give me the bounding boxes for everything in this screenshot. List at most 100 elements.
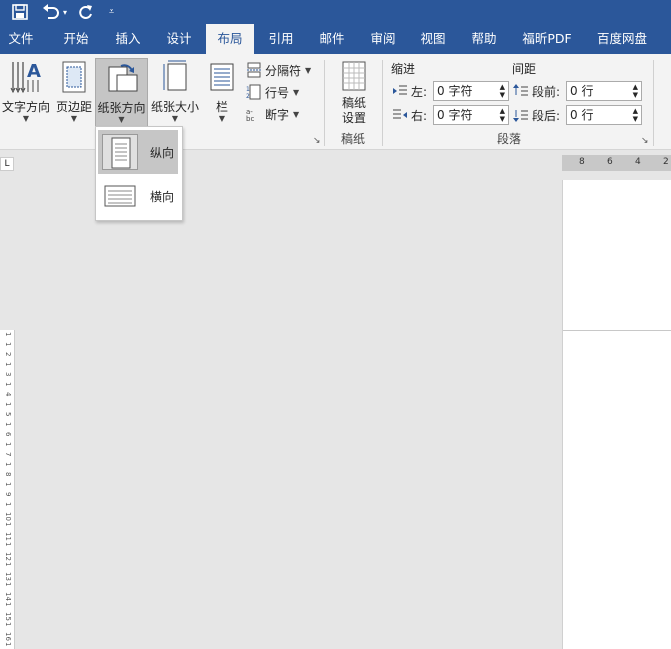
repeat-icon[interactable]: [78, 0, 94, 24]
spin-down-icon[interactable]: ▼: [500, 92, 505, 99]
line-numbers-button[interactable]: 12 行号 ▼: [246, 82, 299, 102]
group-separator: [324, 60, 325, 146]
spin-up-icon[interactable]: ▲: [633, 84, 638, 91]
spin-down-icon[interactable]: ▼: [633, 92, 638, 99]
spin-down-icon[interactable]: ▼: [500, 116, 505, 123]
spin-up-icon[interactable]: ▲: [500, 84, 505, 91]
undo-dropdown-icon[interactable]: ▾: [63, 0, 67, 24]
tab-file[interactable]: 文件: [0, 24, 42, 54]
ruler-tick: 2: [663, 157, 669, 167]
spacing-after-label: 段后:: [513, 105, 560, 125]
draft-paper-line2: 设置: [341, 111, 366, 125]
breaks-button[interactable]: 分隔符 ▼: [246, 60, 311, 80]
svg-text:1: 1: [246, 86, 250, 93]
ruler-tick: 1: [4, 562, 12, 567]
line-numbers-icon: 12: [246, 84, 262, 100]
spin-down-icon[interactable]: ▼: [633, 116, 638, 123]
indent-label: 缩进: [391, 61, 416, 76]
ruler-tick: 1: [4, 402, 12, 407]
ruler-tick: 1: [4, 542, 12, 547]
tab-references[interactable]: 引用: [259, 24, 303, 54]
ruler-tick: 1: [4, 522, 12, 527]
tab-foxit-pdf[interactable]: 福昕PDF: [514, 24, 580, 54]
undo-icon[interactable]: [42, 0, 60, 24]
text-direction-button[interactable]: A 文字方向 ▼: [0, 58, 52, 130]
paper-size-icon: [160, 60, 190, 97]
breaks-label: 分隔符: [265, 63, 302, 78]
ruler-tick: 10: [4, 512, 12, 521]
spacing-label: 间距: [512, 61, 537, 76]
ruler-tick: 7: [4, 452, 12, 457]
save-icon[interactable]: [12, 0, 28, 24]
ribbon-tabs: 文件 开始 插入 设计 布局 引用 邮件 审阅 视图 帮助 福昕PDF 百度网盘: [0, 24, 671, 54]
columns-label: 栏: [215, 100, 228, 114]
ruler-tick: 8: [4, 472, 12, 477]
paragraph-group-label: 段落: [497, 132, 522, 146]
tab-mailings[interactable]: 邮件: [310, 24, 354, 54]
indent-left-label: 左:: [392, 81, 427, 101]
spin-up-icon[interactable]: ▲: [633, 108, 638, 115]
ruler-tick: 3: [4, 372, 12, 377]
tab-selector[interactable]: L: [0, 157, 14, 171]
ruler-tick: 4: [635, 157, 641, 167]
draft-group-label: 稿纸: [341, 132, 366, 146]
hyphenation-button[interactable]: a-bc 断字 ▼: [246, 104, 299, 124]
landscape-icon: [102, 178, 138, 214]
spacing-before-input[interactable]: 0 行 ▲ ▼: [566, 81, 642, 101]
indent-right-input[interactable]: 0 字符 ▲ ▼: [433, 105, 509, 125]
ruler-tick: 9: [4, 492, 12, 497]
tab-insert[interactable]: 插入: [106, 24, 150, 54]
ruler-tick: 1: [4, 622, 12, 627]
spin-up-icon[interactable]: ▲: [500, 108, 505, 115]
columns-button[interactable]: 栏 ▼: [206, 58, 238, 130]
ruler-tick: 1: [4, 362, 12, 367]
orientation-button[interactable]: 纸张方向 ▼: [95, 58, 148, 131]
ruler-tick: 2: [4, 352, 12, 357]
tab-help[interactable]: 帮助: [462, 24, 506, 54]
tab-layout[interactable]: 布局: [206, 24, 254, 54]
landscape-option[interactable]: 横向: [98, 174, 178, 218]
chevron-down-icon: ▼: [118, 115, 125, 124]
paragraph-launcher-icon[interactable]: ↘: [641, 136, 649, 146]
spacing-after-input[interactable]: 0 行 ▲ ▼: [566, 105, 642, 125]
indent-left-input[interactable]: 0 字符 ▲ ▼: [433, 81, 509, 101]
tab-review[interactable]: 审阅: [361, 24, 405, 54]
portrait-option[interactable]: 纵向: [98, 130, 178, 174]
chevron-down-icon: ▼: [218, 114, 226, 123]
draft-paper-label: 稿纸 设置: [332, 96, 376, 126]
line-numbers-label: 行号: [265, 85, 290, 100]
columns-icon: [209, 60, 235, 97]
document-page[interactable]: [562, 180, 671, 649]
draft-paper-button[interactable]: 稿纸 设置: [332, 58, 376, 130]
chevron-down-icon: ▼: [22, 114, 30, 123]
text-direction-icon: A: [9, 60, 43, 97]
portrait-icon: [102, 134, 138, 170]
ruler-tick: 15: [4, 612, 12, 621]
chevron-down-icon: ▼: [70, 114, 78, 123]
page-setup-launcher-icon[interactable]: ↘: [313, 136, 321, 146]
spacing-before-label: 段前:: [513, 81, 560, 101]
tab-design[interactable]: 设计: [157, 24, 201, 54]
ruler-tick: 1: [4, 482, 12, 487]
orientation-label: 纸张方向: [97, 101, 146, 115]
orientation-icon: [105, 61, 139, 98]
customize-qat-icon[interactable]: ⩡: [109, 0, 114, 24]
size-button[interactable]: 纸张大小 ▼: [148, 58, 202, 130]
ruler-tick: 5: [4, 412, 12, 417]
tab-view[interactable]: 视图: [411, 24, 455, 54]
margins-label: 页边距: [55, 100, 92, 114]
tab-home[interactable]: 开始: [54, 24, 98, 54]
chevron-down-icon: ▼: [171, 114, 179, 123]
ruler-tick: 1: [4, 602, 12, 607]
size-label: 纸张大小: [150, 100, 199, 114]
ruler-tick: 1: [4, 382, 12, 387]
margins-icon: [60, 60, 88, 97]
tab-baidu-netdisk[interactable]: 百度网盘: [590, 24, 654, 54]
ruler-tick: 11: [4, 532, 12, 541]
margins-button[interactable]: 页边距 ▼: [52, 58, 96, 130]
draft-paper-icon: [341, 60, 367, 95]
landscape-label: 横向: [150, 190, 175, 204]
group-separator: [653, 60, 654, 146]
horizontal-ruler: 8 6 4 2: [562, 155, 671, 171]
vertical-ruler: 1 1 2 1 3 1 4 1 5 1 6 1 7 1 8 1 9 1 10 1 11 1 12 1 13 1 14 1 15 1 16 1: [0, 330, 15, 649]
